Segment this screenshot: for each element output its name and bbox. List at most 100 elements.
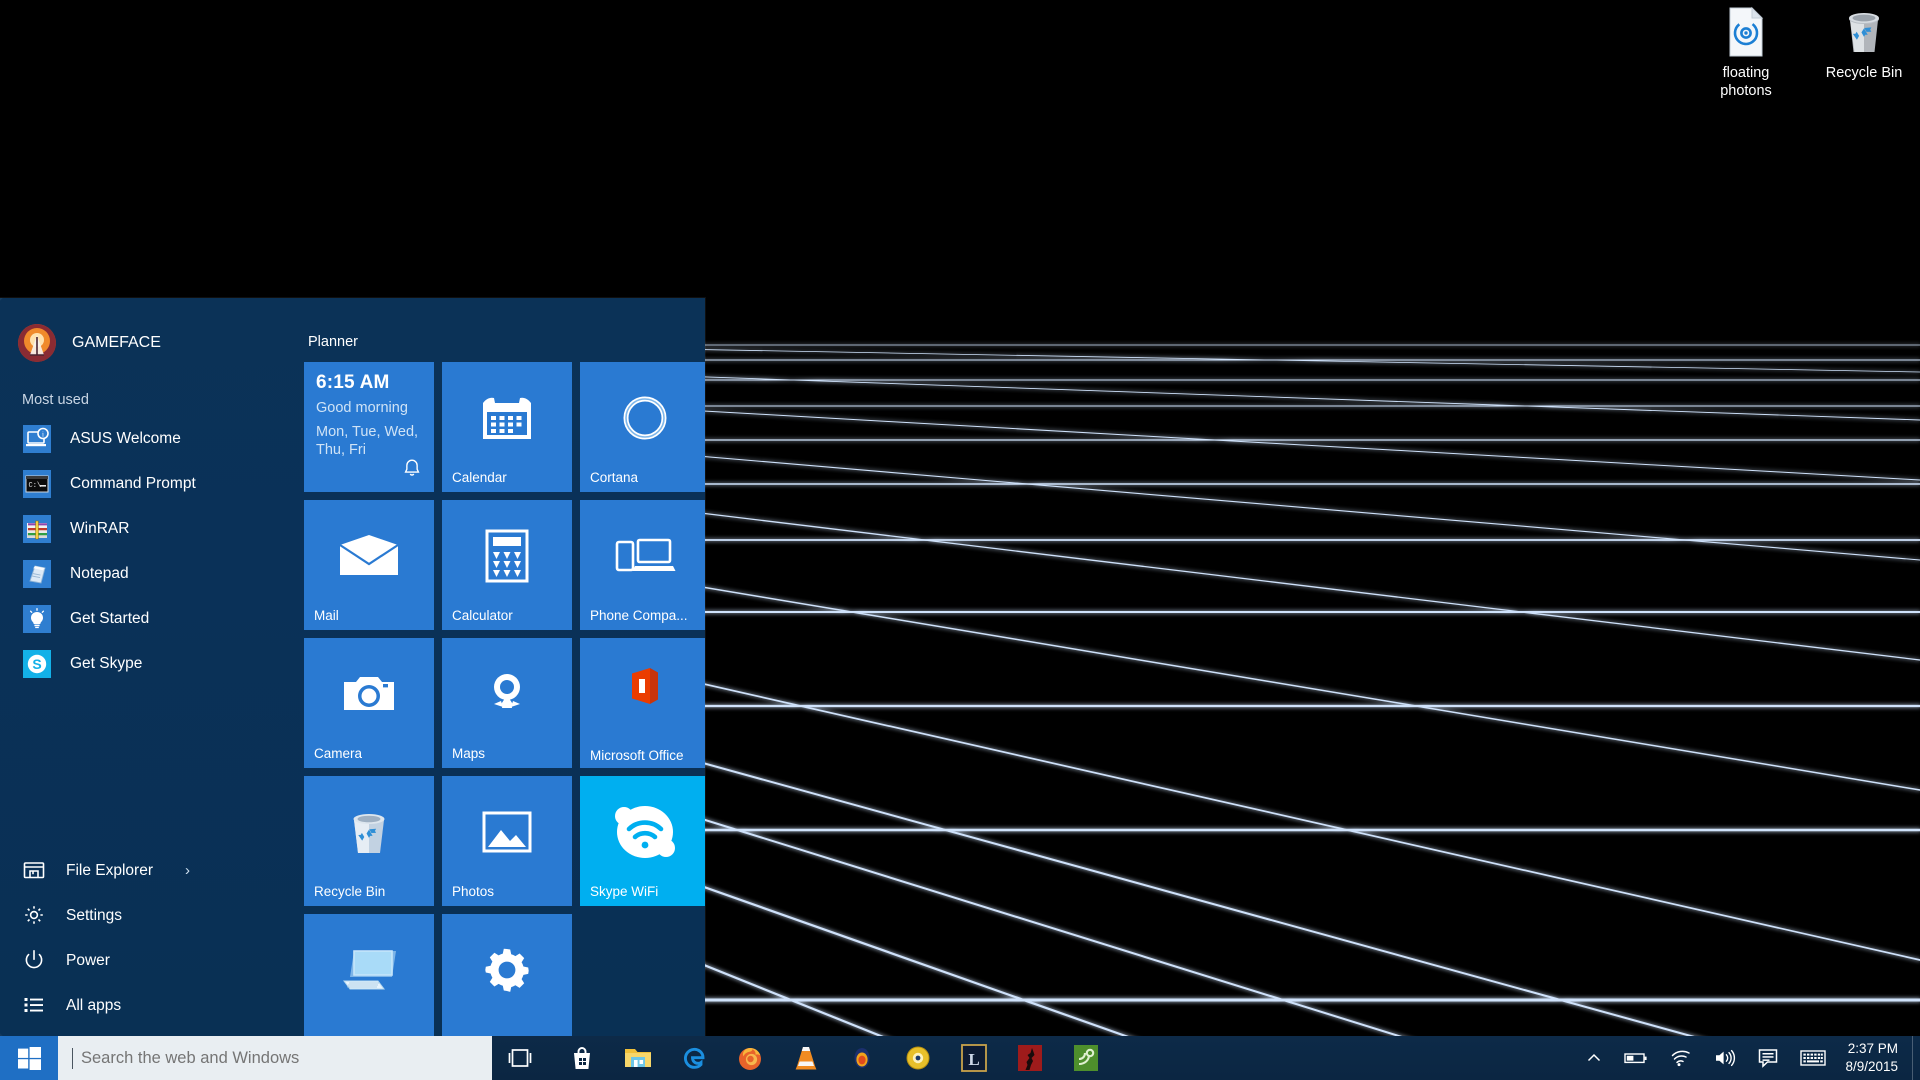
tile-label: Recycle Bin (314, 884, 386, 900)
most-used-item-label: ASUS Welcome (70, 429, 181, 447)
desktop[interactable]: floating photons Recycle Bin GAMEFACE Mo… (0, 0, 1920, 1080)
green-app-icon (1074, 1045, 1098, 1071)
tile-camera[interactable]: Camera (304, 638, 434, 768)
user-account-row[interactable]: GAMEFACE (0, 316, 298, 370)
asus-welcome-icon: i (22, 424, 52, 454)
taskbar-item-microsoft-edge[interactable] (666, 1036, 722, 1080)
most-used-item-get-skype[interactable]: S Get Skype (0, 641, 298, 686)
volume-button[interactable] (1703, 1036, 1747, 1080)
tile-settings[interactable] (442, 914, 572, 1036)
tile-recycle-bin[interactable]: Recycle Bin (304, 776, 434, 906)
taskbar-item-daemon-tools[interactable] (890, 1036, 946, 1080)
tile-label: Calendar (452, 470, 507, 486)
taskbar-item-firefox[interactable] (722, 1036, 778, 1080)
winrar-icon (22, 514, 52, 544)
planner-greeting: Good morning (316, 400, 408, 416)
file-explorer-icon (625, 1049, 651, 1067)
task-view-icon (508, 1049, 532, 1067)
start-menu-tiles-pane: Planner 6:15 AM Good morning Mon, Tue, W… (298, 298, 705, 1036)
taskbar-item-store[interactable] (554, 1036, 610, 1080)
folder-icon (22, 858, 48, 884)
search-input[interactable] (75, 1048, 465, 1068)
most-used-item-label: Get Started (70, 609, 150, 627)
taskbar-item-league-of-legends[interactable]: L (946, 1036, 1002, 1080)
taskbar-item-green-app[interactable] (1058, 1036, 1114, 1080)
desktop-icon-label: floating photons (1720, 65, 1772, 100)
tile-grid: 6:15 AM Good morning Mon, Tue, Wed, Thu,… (304, 362, 705, 1036)
text-caret (72, 1047, 73, 1069)
clock[interactable]: 2:37 PM 8/9/2015 (1837, 1036, 1912, 1080)
store-icon (574, 1047, 590, 1069)
task-view-button[interactable] (492, 1036, 548, 1080)
taskbar-item-gom-player[interactable] (834, 1036, 890, 1080)
gom-player-icon (854, 1048, 870, 1068)
start-menu-item-label: All apps (66, 996, 122, 1014)
most-used-item-label: Notepad (70, 564, 129, 582)
tile-label: Skype WiFi (590, 884, 659, 900)
start-menu[interactable]: GAMEFACE Most used i ASUS Welcome C:\ Co… (0, 298, 705, 1036)
tile-calculator[interactable]: Calculator (442, 500, 572, 630)
desktop-icon-recycle-bin[interactable]: Recycle Bin (1816, 6, 1912, 100)
photon-file-icon (1729, 6, 1764, 57)
tile-maps[interactable]: Maps (442, 638, 572, 768)
notepad-icon (22, 559, 52, 589)
start-button[interactable] (0, 1036, 58, 1080)
tile-skype-wifi[interactable]: Skype WiFi (580, 776, 705, 906)
touch-keyboard-icon (1800, 1050, 1827, 1066)
start-menu-item-label: Power (66, 951, 110, 969)
taskbar-item-vlc[interactable] (778, 1036, 834, 1080)
user-avatar-art (18, 324, 56, 362)
action-center-icon (1759, 1049, 1778, 1068)
tile-label: Cortana (590, 470, 639, 486)
tile-label: Photos (452, 884, 495, 900)
most-used-item-label: WinRAR (70, 519, 130, 537)
planner-time: 6:15 AM (316, 372, 390, 393)
tile-microsoft-office[interactable]: Microsoft Office (580, 638, 705, 768)
start-menu-item-power[interactable]: Power (0, 938, 298, 983)
wifi-icon (1672, 1050, 1691, 1067)
recycle-bin-icon (1849, 13, 1879, 52)
start-menu-item-file-explorer[interactable]: File Explorer › (0, 848, 298, 893)
touch-keyboard-button[interactable] (1789, 1036, 1837, 1080)
most-used-item-winrar[interactable]: WinRAR (0, 506, 298, 551)
vlc-icon (795, 1047, 817, 1070)
tile-calendar[interactable]: Calendar (442, 362, 572, 492)
tile-phone-companion[interactable]: Phone Compa... (580, 500, 705, 630)
clock-time: 2:37 PM (1847, 1040, 1898, 1056)
wifi-button[interactable] (1659, 1036, 1703, 1080)
svg-text:C:\: C:\ (29, 482, 42, 490)
windows-logo-icon (17, 1046, 41, 1070)
start-menu-bottom-items: File Explorer › Settings Power All apps (0, 848, 298, 1036)
svg-text:i: i (42, 430, 44, 438)
desktop-icon-floating-photons[interactable]: floating photons (1698, 6, 1794, 100)
tile-label: Calculator (452, 608, 513, 624)
most-used-item-notepad[interactable]: Notepad (0, 551, 298, 596)
tile-label: Camera (314, 746, 363, 762)
action-center-button[interactable] (1747, 1036, 1789, 1080)
remote-desktop-icon (304, 914, 434, 1036)
microsoft-edge-icon (683, 1047, 705, 1069)
gear-icon (22, 903, 48, 929)
command-prompt-icon: C:\ (22, 469, 52, 499)
search-box[interactable] (58, 1036, 492, 1080)
chevron-right-icon[interactable]: › (185, 862, 190, 879)
battery-button[interactable] (1613, 1036, 1659, 1080)
tile-cortana[interactable]: Cortana (580, 362, 705, 492)
tile-planner[interactable]: 6:15 AM Good morning Mon, Tue, Wed, Thu,… (304, 362, 434, 492)
start-menu-item-all-apps[interactable]: All apps (0, 983, 298, 1028)
most-used-item-asus-welcome[interactable]: i ASUS Welcome (0, 416, 298, 461)
most-used-item-command-prompt[interactable]: C:\ Command Prompt (0, 461, 298, 506)
tile-remote-desktop[interactable] (304, 914, 434, 1036)
tile-photos[interactable]: Photos (442, 776, 572, 906)
chevron-up-icon (1588, 1053, 1601, 1062)
firefox-icon (739, 1048, 761, 1070)
show-hidden-icons-button[interactable] (1575, 1036, 1613, 1080)
most-used-item-get-started[interactable]: Get Started (0, 596, 298, 641)
tile-mail[interactable]: Mail (304, 500, 434, 630)
start-menu-item-settings[interactable]: Settings (0, 893, 298, 938)
list-icon (22, 993, 48, 1019)
taskbar-item-dark-game[interactable] (1002, 1036, 1058, 1080)
taskbar[interactable]: L (0, 1036, 1920, 1080)
taskbar-item-file-explorer[interactable] (610, 1036, 666, 1080)
show-desktop-button[interactable] (1912, 1036, 1920, 1080)
